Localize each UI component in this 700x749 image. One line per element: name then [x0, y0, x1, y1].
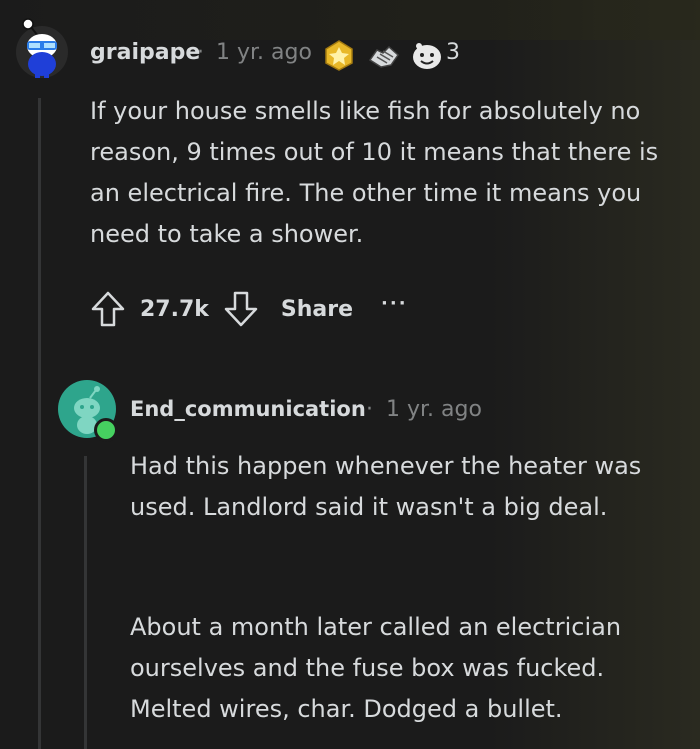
share-button[interactable]: Share [281, 297, 353, 322]
comment-timestamp[interactable]: 1 yr. ago [216, 40, 312, 65]
comment-separator: · [366, 397, 373, 422]
avatar[interactable] [14, 14, 70, 80]
header-fade [0, 0, 700, 40]
comment-author[interactable]: graipape [90, 40, 200, 65]
comment-body-paragraph: About a month later called an electricia… [130, 613, 622, 723]
comment-separator: · [197, 40, 204, 65]
comment-timestamp[interactable]: 1 yr. ago [386, 397, 482, 422]
more-options-button[interactable]: ··· [381, 293, 408, 314]
online-status-dot [94, 418, 118, 442]
comment-body-paragraph: Had this happen whenever the heater was … [130, 452, 642, 521]
snoo-avatar-icon [16, 18, 68, 78]
comment-actions: 27.7k Share ··· [90, 288, 408, 330]
award-count: 3 [446, 40, 460, 65]
downvote-icon[interactable] [223, 290, 259, 328]
comment-body: If your house smells like fish for absol… [90, 97, 659, 248]
thread-line[interactable] [84, 456, 87, 749]
handshake-award-icon[interactable] [367, 38, 401, 72]
comment-thread: graipape · 1 yr. ago 3 If your house sme… [0, 0, 700, 749]
thread-line[interactable] [38, 98, 41, 749]
comment-author[interactable]: End_communication [130, 397, 366, 421]
gold-award-icon[interactable] [322, 39, 356, 71]
wholesome-award-icon[interactable] [410, 38, 444, 72]
vote-score: 27.7k [140, 296, 209, 322]
upvote-icon[interactable] [90, 290, 126, 328]
